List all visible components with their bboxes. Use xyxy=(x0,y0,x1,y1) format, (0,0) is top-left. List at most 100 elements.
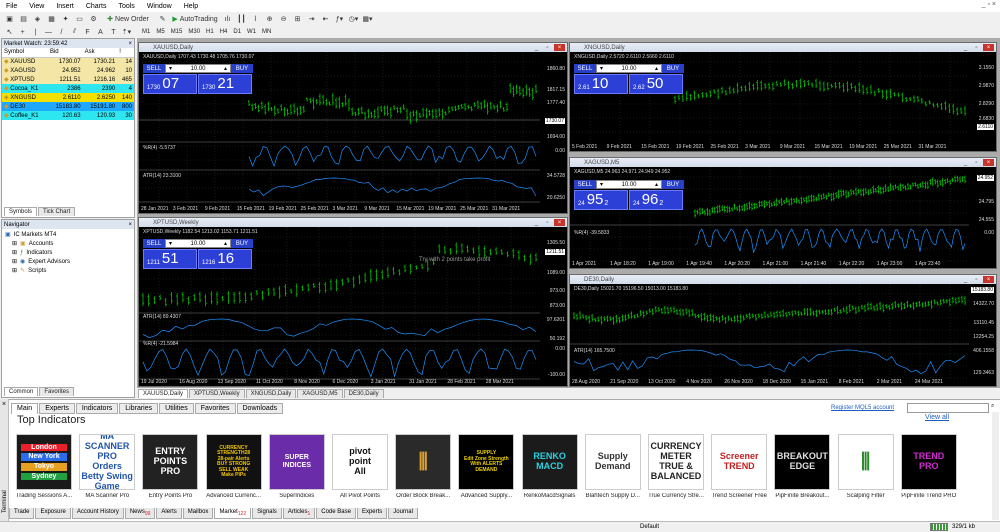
terminal-tab-journal[interactable]: Journal xyxy=(388,508,418,520)
templates-icon[interactable]: ▦▾ xyxy=(362,14,373,25)
de30-price-plot[interactable] xyxy=(570,284,971,387)
time-axis[interactable]: 28 Aug 2020 21 Sep 2020 13 Oct 2020 4 Nov 2… xyxy=(570,378,971,386)
market-product[interactable]: ⫼ Order Block Break... xyxy=(394,434,452,499)
expand-icon[interactable]: ⊞ xyxy=(12,258,17,265)
menu-insert[interactable]: Insert xyxy=(50,3,80,10)
minimize-icon[interactable]: _ xyxy=(961,276,970,283)
chart-tab-xngusd[interactable]: XNGUSD,Daily xyxy=(245,389,297,398)
fibonacci-icon[interactable]: F xyxy=(82,27,93,38)
market-tab-utilities[interactable]: Utilities xyxy=(159,403,194,414)
minimize-icon[interactable]: _ xyxy=(532,219,541,226)
text-icon[interactable]: A xyxy=(95,27,106,38)
market-product[interactable]: MA SCANNER PRO Orders Betty Swing Game MA … xyxy=(78,434,136,499)
market-tab-downloads[interactable]: Downloads xyxy=(236,403,284,414)
col-ask[interactable]: Ask xyxy=(82,48,118,58)
chart-titlebar[interactable]: XAGUSD,M5 _ ▫ × xyxy=(570,158,996,167)
data-window-icon[interactable]: ▦ xyxy=(46,14,57,25)
market-tab-libraries[interactable]: Libraries xyxy=(119,403,159,414)
chart-titlebar[interactable]: XPTUSD,Weekly _ ▫ × xyxy=(139,218,567,227)
buy-button[interactable]: BUY xyxy=(662,180,684,189)
price-axis[interactable]: 24.952 24.795 24.555 0.00 xyxy=(969,167,996,268)
lot-decrease-icon[interactable]: ▾ xyxy=(169,240,172,247)
close-icon[interactable]: × xyxy=(128,41,134,47)
market-product[interactable]: CURRENCY STRENGTH28 28-pair Alerts BUY STRO… xyxy=(205,434,263,499)
sell-price[interactable]: 2.61 10 xyxy=(574,74,628,94)
renko-macd-icon[interactable]: RENKO MACD xyxy=(521,434,578,490)
tab-symbols[interactable]: Symbols xyxy=(4,207,38,216)
bar-chart-icon[interactable]: ılı xyxy=(222,14,233,25)
col-bid[interactable]: Bid xyxy=(47,48,83,58)
nav-indicators[interactable]: ⊞ ƒ Indicators xyxy=(5,248,131,257)
nav-accounts[interactable]: ⊞ ▣ Accounts xyxy=(5,239,131,248)
sell-button[interactable]: SELL xyxy=(574,64,596,73)
chart-window-xauusd[interactable]: XAUUSD,Daily _ ▫ × XAUUSD,Daily 1707.43 173… xyxy=(138,42,568,214)
maximize-icon[interactable]: ▫ xyxy=(972,44,981,51)
auto-scroll-icon[interactable]: ⇥ xyxy=(306,14,317,25)
candlestick-icon[interactable]: ┃┃ xyxy=(236,14,247,25)
price-axis[interactable]: 1860.80 1817.15 1777.40 1730.07 1694.00 … xyxy=(540,52,567,213)
terminal-tab-mailbox[interactable]: Mailbox xyxy=(182,508,214,520)
sell-button[interactable]: SELL xyxy=(143,239,165,248)
new-order-button[interactable]: ✚ New Order xyxy=(102,14,154,25)
pipfinite-breakout-icon[interactable]: BREAKOUT EDGE xyxy=(774,434,831,490)
market-watch-row[interactable]: ◆ DE30 15183.80 15191.80 800 xyxy=(2,102,134,111)
menu-help[interactable]: Help xyxy=(178,3,204,10)
chart-tab-de30[interactable]: DE30,Daily xyxy=(343,389,384,398)
chart-titlebar[interactable]: XNGUSD,Daily _ ▫ × xyxy=(570,43,996,52)
maximize-icon[interactable]: ▫ xyxy=(543,219,552,226)
chart-tab-xauusd[interactable]: XAUUSD,Daily xyxy=(138,389,189,398)
market-product[interactable]: Screener TREND Trend Screener Free xyxy=(710,434,768,499)
trendline-icon[interactable]: / xyxy=(56,27,67,38)
market-product[interactable]: SUPPLY Edit Zone Strength With ALERTS DEMAN… xyxy=(457,434,515,499)
channel-icon[interactable]: ⫽ xyxy=(69,27,80,38)
nav-expert-advisors[interactable]: ⊞ ◉ Expert Advisors xyxy=(5,257,131,266)
terminal-close-icon[interactable]: × xyxy=(2,401,6,408)
tab-favorites[interactable]: Favorites xyxy=(39,387,75,396)
buy-price[interactable]: 1730 21 xyxy=(198,74,252,94)
menu-view[interactable]: View xyxy=(23,3,50,10)
lot-increase-icon[interactable]: ▴ xyxy=(655,65,658,72)
maximize-icon[interactable]: ▫ xyxy=(972,159,981,166)
chart-window-xagusd[interactable]: XAGUSD,M5 _ ▫ × XAGUSD,M5 24.963 24.971 24.… xyxy=(569,157,997,269)
order-block-icon[interactable]: ⫼ xyxy=(395,434,452,490)
lot-decrease-icon[interactable]: ▾ xyxy=(600,181,603,188)
close-icon[interactable]: × xyxy=(554,44,565,51)
market-tab-indicators[interactable]: Indicators xyxy=(75,403,119,414)
terminal-icon[interactable]: ▭ xyxy=(74,14,85,25)
market-product[interactable]: CURRENCY METER TRUE & BALANCED True Curren… xyxy=(647,434,705,499)
sell-price[interactable]: 1730 07 xyxy=(143,74,197,94)
ma-scanner-icon[interactable]: MA SCANNER PRO Orders Betty Swing Game xyxy=(79,434,136,490)
cursor-icon[interactable]: ↖ xyxy=(4,27,15,38)
time-axis[interactable]: 28 Jan 2021 3 Feb 2021 9 Feb 2021 15 Feb 20… xyxy=(139,205,542,213)
price-axis[interactable]: 1305.50 1211.51 1089.00 973.00 873.00 97… xyxy=(540,227,567,386)
lot-increase-icon[interactable]: ▴ xyxy=(224,240,227,247)
timeframe-m1[interactable]: M1 xyxy=(140,29,152,35)
chart-window-xngusd[interactable]: XNGUSD,Daily _ ▫ × XNGUSD,Daily 2.5720 2.61… xyxy=(569,42,997,152)
scrollbar[interactable] xyxy=(992,412,999,520)
timeframe-mn[interactable]: MN xyxy=(260,29,273,35)
close-icon[interactable]: × xyxy=(983,159,994,166)
time-axis[interactable]: 5 Feb 2021 9 Feb 2021 15 Feb 2021 19 Feb 20… xyxy=(570,143,971,151)
pivot-point-icon[interactable]: pivot point All xyxy=(332,434,388,490)
terminal-tab-experts[interactable]: Experts xyxy=(356,508,388,520)
market-product[interactable]: SUPER INDICES SuperIndices xyxy=(268,434,326,499)
expand-icon[interactable]: ⊞ xyxy=(12,240,17,247)
buy-button[interactable]: BUY xyxy=(662,64,684,73)
tile-windows-icon[interactable]: ⊞ xyxy=(292,14,303,25)
price-axis[interactable]: 3.1550 2.9870 2.8290 2.6830 2.6110 xyxy=(969,52,996,151)
chart-tab-xptusd[interactable]: XPTUSD,Weekly xyxy=(189,389,245,398)
lot-size-input[interactable]: ▾ 10.00 ▴ xyxy=(165,64,231,73)
menu-window-controls[interactable]: _ ▫ × xyxy=(982,1,996,8)
tab-common[interactable]: Common xyxy=(4,387,39,396)
chart-window-xptusd[interactable]: XPTUSD,Weekly _ ▫ × XPTUSD,Weekly 1182.54 1… xyxy=(138,217,568,387)
timeframe-m15[interactable]: M15 xyxy=(169,29,185,35)
market-tab-experts[interactable]: Experts xyxy=(39,403,75,414)
close-icon[interactable]: × xyxy=(983,44,994,51)
buy-price[interactable]: 24 96 2 xyxy=(629,190,683,210)
timeframe-m5[interactable]: M5 xyxy=(154,29,166,35)
menu-file[interactable]: File xyxy=(0,3,23,10)
price-axis[interactable]: 15183.80 14322.70 13110.45 12254.25 406.… xyxy=(969,284,996,386)
time-axis[interactable]: 19 Jul 2020 16 Aug 2020 13 Sep 2020 11 Oct … xyxy=(139,378,542,386)
market-watch-row[interactable]: ◆ XAUUSD 1730.07 1730.21 14 xyxy=(2,57,134,66)
col-spread[interactable]: ! xyxy=(117,48,134,58)
